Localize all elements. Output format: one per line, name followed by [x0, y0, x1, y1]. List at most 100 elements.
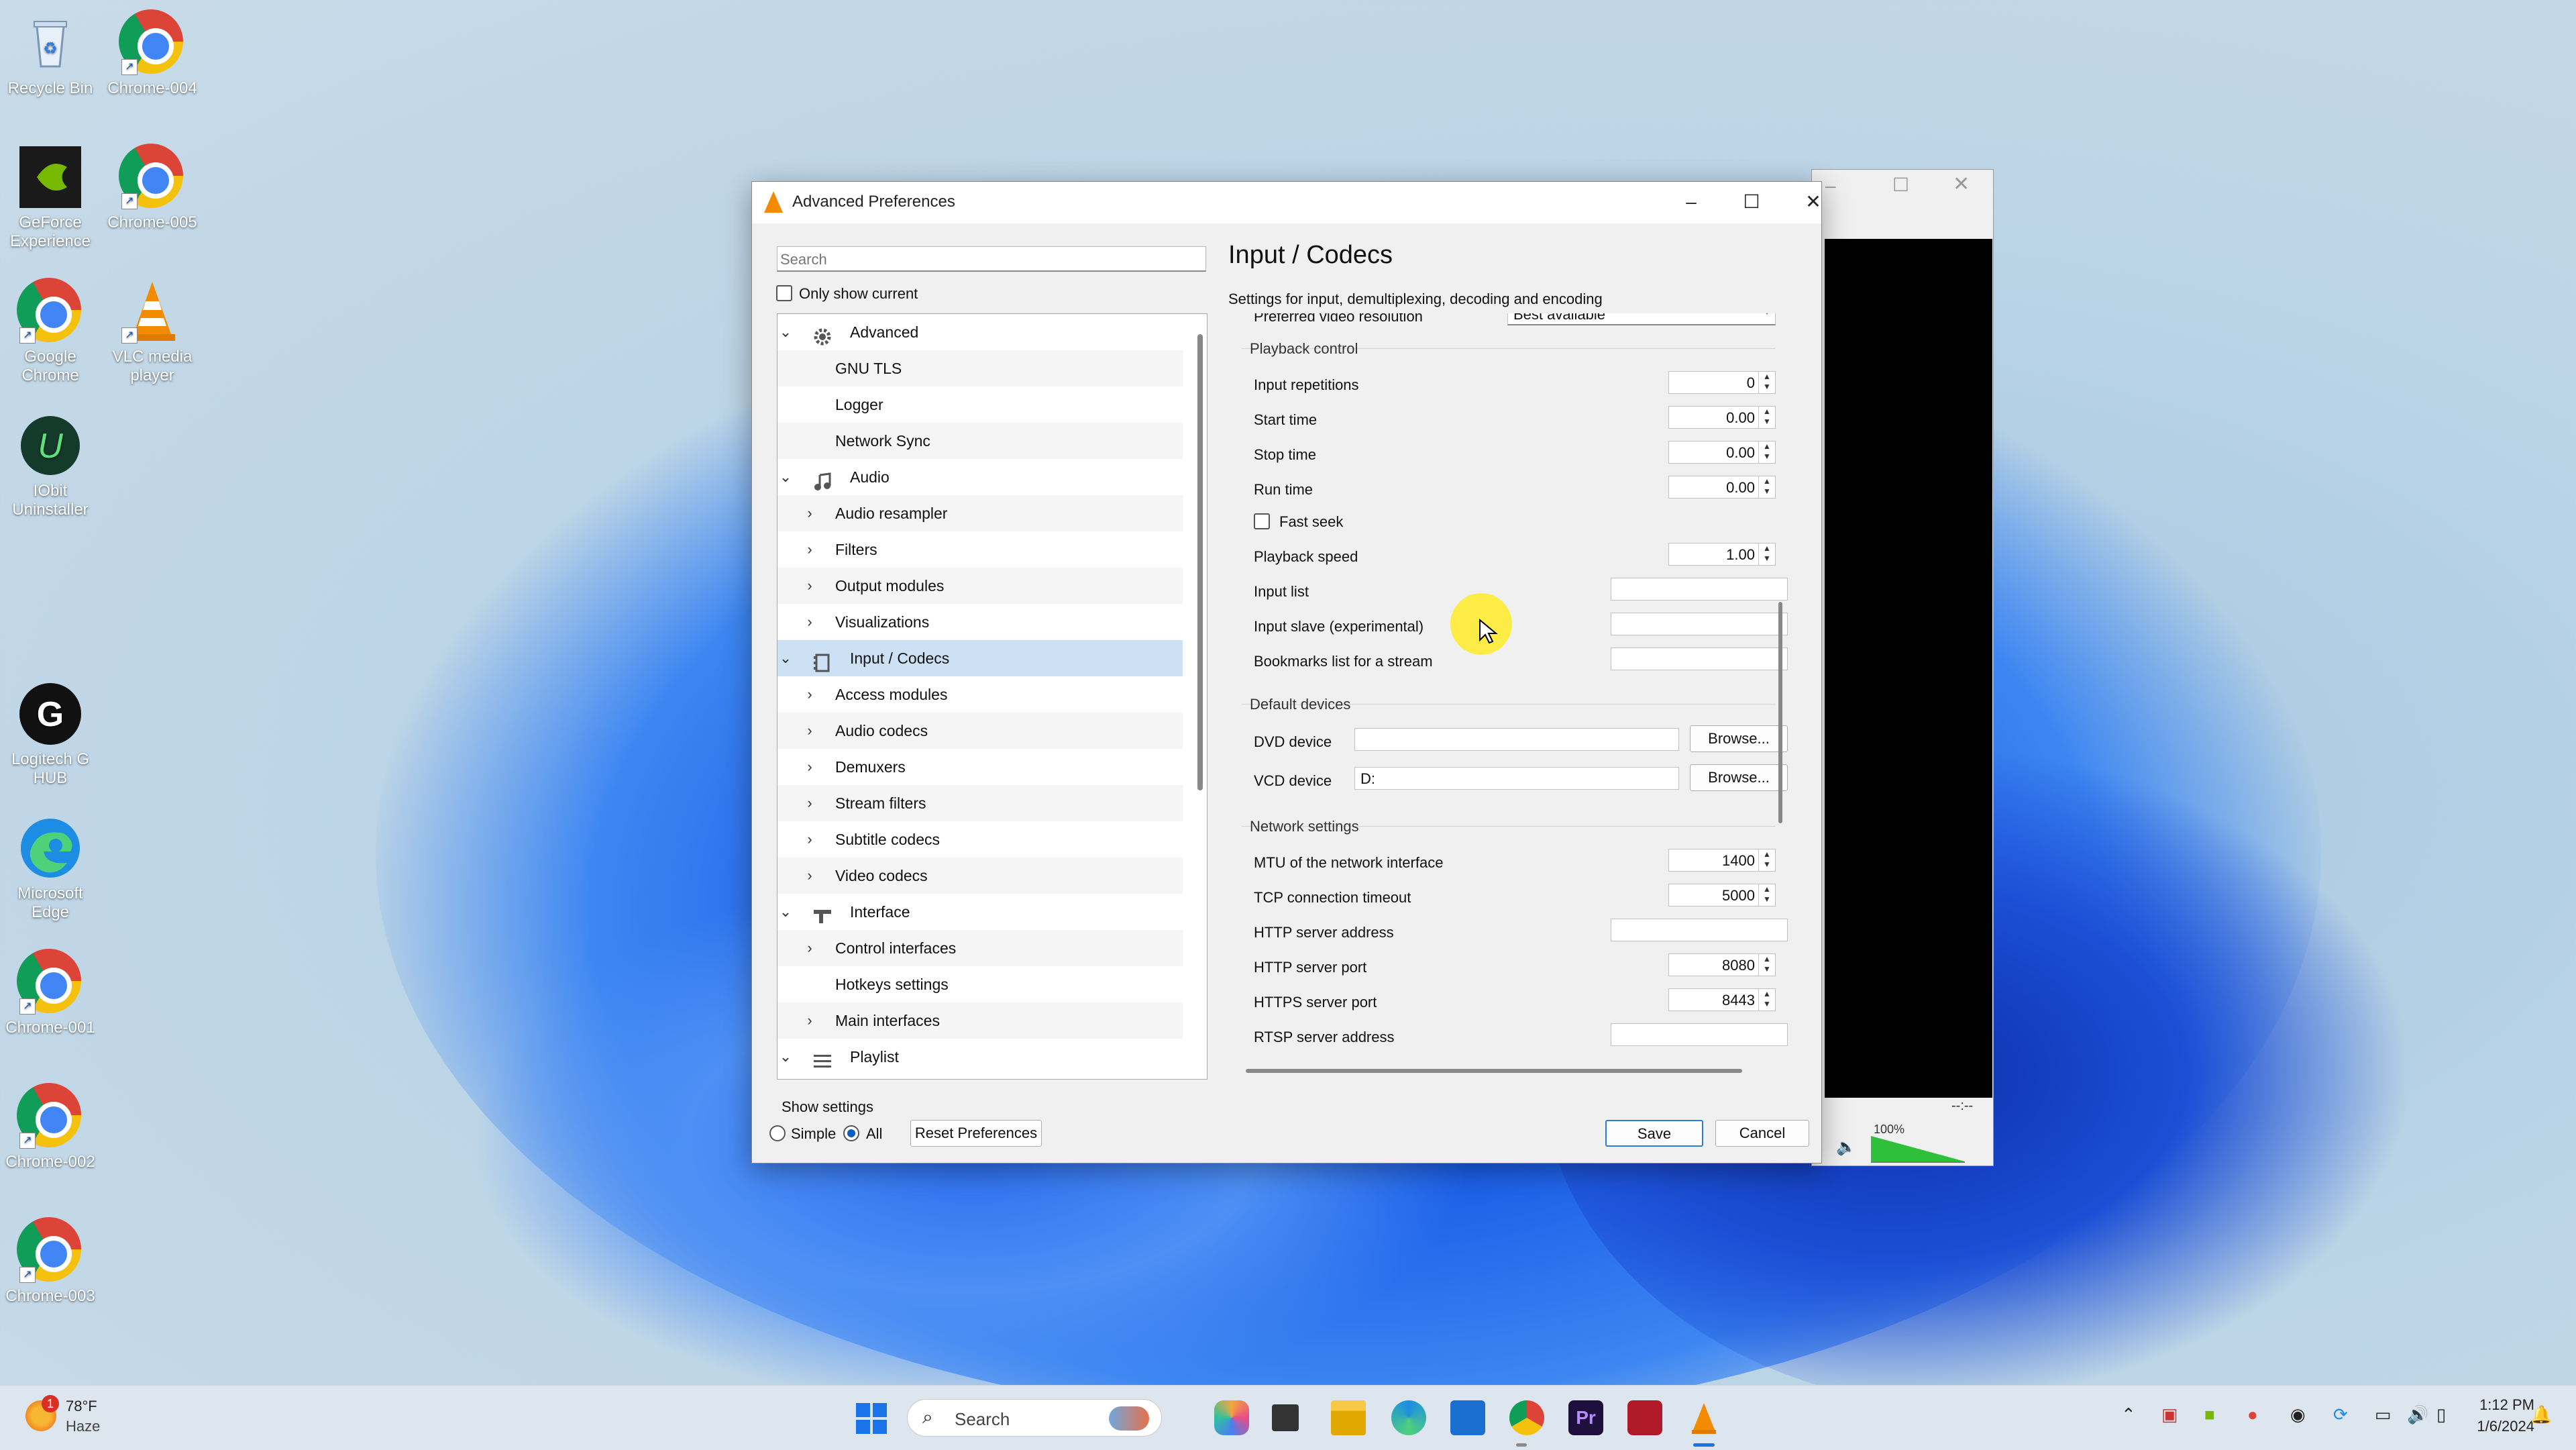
tray-app-icon[interactable]: ▣ — [2161, 1404, 2178, 1425]
chevron-right-icon[interactable]: › — [802, 676, 818, 713]
clock-time[interactable]: 1:12 PM — [2454, 1396, 2534, 1414]
bookmarks-field[interactable] — [1611, 648, 1788, 670]
tcp-timeout-spinner[interactable]: 5000 ▲ ▼ — [1668, 884, 1776, 907]
weather-temp[interactable]: 78°F — [66, 1398, 97, 1415]
spinner-arrows-icon[interactable]: ▲ ▼ — [1758, 372, 1775, 393]
vcd-device-field[interactable]: D: — [1354, 767, 1679, 790]
desktop-icon-geforce[interactable]: GeForce Experience — [0, 144, 101, 251]
maximize-button[interactable]: ☐ — [1731, 189, 1772, 215]
chevron-right-icon[interactable]: › — [802, 749, 818, 785]
spinner-arrows-icon[interactable]: ▲ ▼ — [1758, 989, 1775, 1011]
tree-item-playlist[interactable]: ⌄ Playlist — [777, 1039, 1183, 1075]
recorder-icon[interactable] — [1627, 1400, 1662, 1435]
battery-icon[interactable]: ▯ — [2436, 1404, 2446, 1425]
chevron-right-icon[interactable]: › — [802, 713, 818, 749]
spinner-arrows-icon[interactable]: ▲ ▼ — [1758, 849, 1775, 871]
input-slave-field[interactable] — [1611, 613, 1788, 635]
only-show-current-checkbox[interactable] — [776, 285, 792, 301]
edge-taskbar-icon[interactable] — [1391, 1400, 1426, 1435]
tree-item-audio-resampler[interactable]: › Audio resampler — [777, 495, 1183, 531]
spinner-arrows-icon[interactable]: ▲ ▼ — [1758, 884, 1775, 906]
desktop-icon-google-chrome[interactable]: ↗ Google Chrome — [0, 278, 101, 385]
weather-desc[interactable]: Haze — [66, 1418, 100, 1435]
spinner-arrows-icon[interactable]: ▲ ▼ — [1758, 476, 1775, 498]
chevron-right-icon[interactable]: › — [802, 495, 818, 531]
tree-item-access-modules[interactable]: › Access modules — [777, 676, 1183, 713]
tree-item-subtitle-codecs[interactable]: › Subtitle codecs — [777, 821, 1183, 858]
chevron-right-icon[interactable]: › — [802, 531, 818, 568]
chevron-down-icon[interactable]: ⌄ — [777, 640, 794, 676]
https-port-spinner[interactable]: 8443 ▲ ▼ — [1668, 988, 1776, 1011]
http-address-field[interactable] — [1611, 919, 1788, 941]
nvidia-tray-icon[interactable]: ■ — [2204, 1404, 2215, 1425]
tree-item-interface[interactable]: ⌄ Interface — [777, 894, 1183, 930]
tree-item-logger[interactable]: Logger — [777, 386, 1183, 423]
tree-item-audio-codecs[interactable]: › Audio codecs — [777, 713, 1183, 749]
chevron-right-icon[interactable]: › — [802, 1002, 818, 1039]
desktop-icon-logitech[interactable]: G Logitech G HUB — [0, 680, 101, 788]
chevron-down-icon[interactable]: ⌄ — [777, 894, 794, 930]
tree-item-audio[interactable]: ⌄ Audio — [777, 459, 1183, 495]
task-view-icon[interactable] — [1272, 1404, 1299, 1431]
settings-vertical-scrollbar[interactable] — [1778, 602, 1782, 823]
tree-item-control-interfaces[interactable]: › Control interfaces — [777, 930, 1183, 966]
chevron-right-icon[interactable]: › — [802, 785, 818, 821]
notification-bell-icon[interactable]: 🔔 — [2530, 1404, 2552, 1425]
http-port-spinner[interactable]: 8080 ▲ ▼ — [1668, 953, 1776, 976]
tree-item-stream-filters[interactable]: › Stream filters — [777, 785, 1183, 821]
start-button[interactable] — [856, 1403, 887, 1434]
desktop-icon-chrome-001[interactable]: ↗ Chrome-001 — [0, 949, 101, 1037]
desktop-icon-chrome-004[interactable]: ↗ Chrome-004 — [102, 9, 203, 98]
logitech-tray-icon[interactable]: ◉ — [2290, 1404, 2306, 1425]
tree-scrollbar[interactable] — [1197, 334, 1203, 790]
title-bar[interactable]: Advanced Preferences – ☐ ✕ — [752, 182, 1821, 223]
input-list-field[interactable] — [1611, 578, 1788, 601]
stop-time-spinner[interactable]: 0.00 ▲ ▼ — [1668, 441, 1776, 464]
chevron-right-icon[interactable]: › — [802, 604, 818, 640]
copilot-icon[interactable] — [1214, 1400, 1249, 1435]
desktop-icon-vlc[interactable]: ↗ VLC media player — [102, 278, 203, 385]
fast-seek-checkbox[interactable] — [1254, 513, 1270, 529]
run-time-spinner[interactable]: 0.00 ▲ ▼ — [1668, 476, 1776, 499]
clock-date[interactable]: 1/6/2024 — [2454, 1418, 2534, 1435]
tree-item-advanced[interactable]: ⌄ Advanced — [777, 314, 1183, 350]
tree-item-main-interfaces[interactable]: › Main interfaces — [777, 1002, 1183, 1039]
input-repetitions-spinner[interactable]: 0 ▲ ▼ — [1668, 371, 1776, 394]
tree-item-gnu-tls[interactable]: GNU TLS — [777, 350, 1183, 386]
cancel-button[interactable]: Cancel — [1715, 1120, 1809, 1147]
desktop-icon-chrome-003[interactable]: ↗ Chrome-003 — [0, 1217, 101, 1306]
desktop-icon-recycle-bin[interactable]: ♻ Recycle Bin — [0, 9, 101, 98]
chevron-right-icon[interactable]: › — [802, 821, 818, 858]
vlc-taskbar-icon[interactable] — [1686, 1400, 1721, 1435]
all-radio[interactable] — [843, 1125, 859, 1141]
close-icon[interactable]: ✕ — [1953, 172, 1970, 196]
chevron-right-icon[interactable]: › — [802, 930, 818, 966]
spinner-arrows-icon[interactable]: ▲ ▼ — [1758, 543, 1775, 565]
desktop-icon-iobit[interactable]: U IObit Uninstaller — [0, 412, 101, 519]
maximize-icon[interactable]: ☐ — [1892, 174, 1909, 196]
dvd-browse-button[interactable]: Browse... — [1690, 725, 1788, 752]
close-button[interactable]: ✕ — [1793, 189, 1833, 215]
vcd-browse-button[interactable]: Browse... — [1690, 764, 1788, 791]
file-explorer-icon[interactable] — [1331, 1400, 1366, 1435]
volume-slider[interactable] — [1871, 1136, 1965, 1163]
chevron-down-icon[interactable]: ⌄ — [777, 1039, 794, 1075]
preferred-resolution-select[interactable]: Best available ▾ — [1507, 313, 1776, 325]
show-hidden-icons-chevron-icon[interactable]: ⌃ — [2121, 1404, 2136, 1425]
chevron-right-icon[interactable]: › — [802, 568, 818, 604]
desktop-icon-edge[interactable]: Microsoft Edge — [0, 815, 101, 922]
chevron-down-icon[interactable]: ⌄ — [777, 459, 794, 495]
tree-item-hotkeys-settings[interactable]: Hotkeys settings — [777, 966, 1183, 1002]
spinner-arrows-icon[interactable]: ▲ ▼ — [1758, 954, 1775, 976]
rtsp-address-field[interactable] — [1611, 1023, 1788, 1046]
chrome-tray-icon[interactable]: ● — [2247, 1404, 2258, 1425]
volume-icon[interactable]: 🔊 — [2407, 1404, 2428, 1425]
sync-tray-icon[interactable]: ⟳ — [2333, 1404, 2348, 1425]
tree-item-demuxers[interactable]: › Demuxers — [777, 749, 1183, 785]
minimize-button[interactable]: – — [1671, 189, 1711, 215]
spinner-arrows-icon[interactable]: ▲ ▼ — [1758, 442, 1775, 463]
tree-item-input-codecs[interactable]: ⌄ Input / Codecs — [777, 640, 1183, 676]
tree-item-filters[interactable]: › Filters — [777, 531, 1183, 568]
tree-item-video-codecs[interactable]: › Video codecs — [777, 858, 1183, 894]
chevron-right-icon[interactable]: › — [802, 858, 818, 894]
